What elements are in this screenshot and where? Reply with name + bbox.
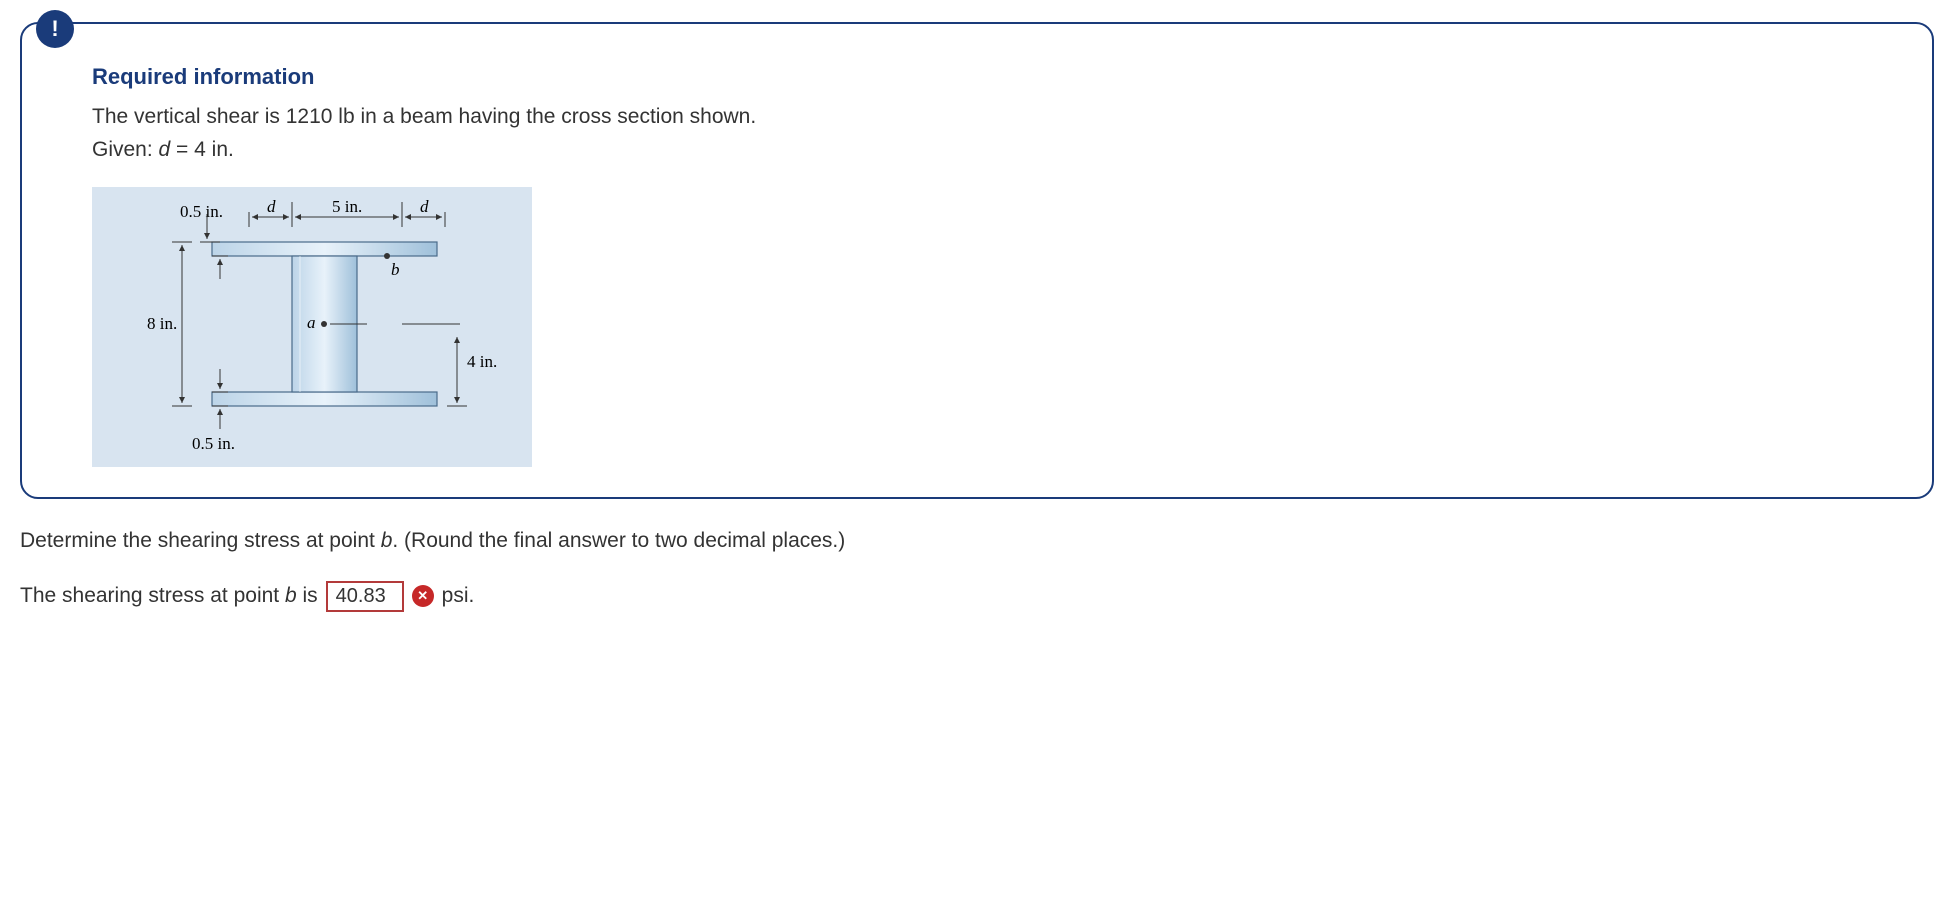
dim-8in: 8 in. [147,314,177,333]
question-prefix: Determine the shearing stress at point [20,529,381,552]
dim-d-left: d [267,197,276,216]
question-point: b [381,529,393,552]
answer-mid: is [297,584,318,607]
point-a-label: a [307,313,316,332]
answer-unit: psi. [442,584,475,608]
answer-prefix-text: The shearing stress at point [20,584,285,607]
alert-icon: ! [36,10,74,48]
given-variable: d [159,138,171,161]
dim-top-thickness: 0.5 in. [180,202,223,221]
alert-icon-glyph: ! [51,16,58,42]
incorrect-icon: ✕ [412,585,434,607]
point-b-label: b [391,260,400,279]
dim-4in: 4 in. [467,352,497,371]
answer-prefix: The shearing stress at point b is [20,584,318,608]
given-prefix: Given: [92,138,159,161]
required-heading: Required information [92,64,1872,90]
answer-input[interactable] [326,581,404,612]
problem-line-2: Given: d = 4 in. [92,135,1872,164]
dim-5in: 5 in. [332,197,362,216]
question-text: Determine the shearing stress at point b… [20,529,1934,553]
problem-line-1: The vertical shear is 1210 lb in a beam … [92,102,1872,131]
question-suffix: . (Round the final answer to two decimal… [392,529,845,552]
incorrect-icon-glyph: ✕ [417,588,428,604]
answer-row: The shearing stress at point b is ✕ psi. [20,581,1934,612]
cross-section-diagram: d 5 in. d 0.5 in. 8 in. 0.5 in. a [92,187,532,467]
required-info-card: ! Required information The vertical shea… [20,22,1934,499]
given-value: = 4 in. [170,138,234,161]
dim-d-right: d [420,197,429,216]
dim-bottom-thickness: 0.5 in. [192,434,235,453]
answer-point: b [285,584,297,607]
